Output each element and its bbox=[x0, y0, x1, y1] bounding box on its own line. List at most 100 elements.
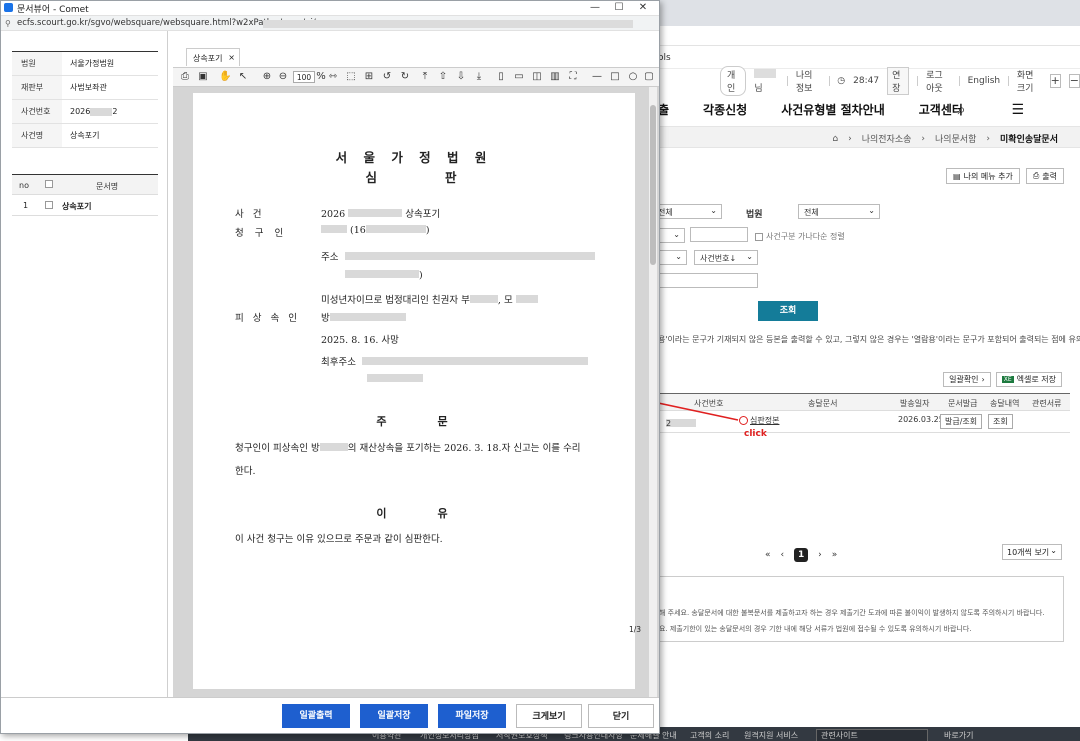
close-button[interactable]: 닫기 bbox=[588, 704, 654, 728]
last-address-label: 최후주소 bbox=[321, 357, 356, 368]
last-address-line: 최후주소 bbox=[321, 354, 589, 368]
case-number-prefix: 2026 bbox=[70, 107, 91, 116]
viewer-scrollbar[interactable] bbox=[649, 87, 657, 697]
column-header-name: 문서명 bbox=[96, 182, 119, 191]
rotate-left-icon[interactable]: ↺ bbox=[381, 71, 393, 83]
fullscreen-icon[interactable]: ⛶ bbox=[567, 71, 579, 83]
popup-address-bar[interactable]: ⚲ ecfs.scourt.go.kr/sgvo/websquare/websq… bbox=[1, 15, 659, 31]
case-info-table: 법원 서울가정법원 재판부 사법보좌관 사건번호 2026 2 사건명 상속포기 bbox=[12, 51, 158, 148]
doc-case-name: 상속포기 bbox=[405, 209, 441, 220]
redacted-text bbox=[348, 209, 403, 217]
redacted-text bbox=[515, 295, 538, 303]
case-info-value: 상속포기 bbox=[70, 131, 100, 140]
select-all-checkbox[interactable] bbox=[45, 180, 53, 188]
comment-tool-icon[interactable]: ▢ bbox=[643, 71, 655, 83]
close-tab-icon[interactable]: × bbox=[228, 53, 235, 62]
order-text-a: 청구인이 피상속인 방 bbox=[235, 443, 320, 454]
redacted-text bbox=[469, 295, 498, 303]
redacted-text bbox=[321, 225, 347, 233]
window-titlebar: 문서뷰어 - Comet — ☐ ✕ bbox=[1, 1, 659, 15]
case-number-suffix: 2 bbox=[112, 107, 118, 116]
case-info-row: 법원 서울가정법원 bbox=[12, 52, 158, 76]
case-info-key: 재판부 bbox=[12, 76, 62, 99]
zoom-in-icon[interactable]: ⊕ bbox=[261, 71, 273, 83]
next-page-icon[interactable]: ⇩ bbox=[455, 71, 467, 83]
address-close: ) bbox=[419, 270, 423, 281]
redacted-text bbox=[365, 225, 426, 233]
list-item[interactable]: 1 상속포기 bbox=[12, 195, 158, 216]
case-info-key: 법원 bbox=[12, 52, 62, 75]
continuous-icon[interactable]: ▭ bbox=[513, 71, 525, 83]
zoom-view-button[interactable]: 크게보기 bbox=[516, 704, 582, 728]
redacted-url bbox=[263, 20, 633, 28]
case-line: 2026 상속포기 bbox=[321, 206, 440, 220]
prev-page-icon[interactable]: ⇧ bbox=[437, 71, 449, 83]
two-page-continuous-icon[interactable]: ▥ bbox=[549, 71, 561, 83]
zoom-input[interactable]: 100 bbox=[293, 71, 315, 83]
order-line: 청구인이 피상속인 방 의 재산상속을 포기하는 2026. 3. 18.자 신고… bbox=[235, 440, 581, 454]
actual-size-icon[interactable]: ⊞ bbox=[363, 71, 375, 83]
doc-case-prefix: 2026 bbox=[321, 209, 346, 220]
first-page-icon[interactable]: ⤒ bbox=[419, 71, 431, 83]
death-date: 2025. 8. 16. 사망 bbox=[321, 335, 399, 346]
minimize-button[interactable]: — bbox=[583, 1, 607, 15]
last-page-icon[interactable]: ⤓ bbox=[473, 71, 485, 83]
guardian-text: 미성년자이므로 법정대리인 친권자 부 bbox=[321, 295, 470, 306]
pdf-viewer: 상속포기 × ⎙ ▣ ✋ ↖ ⊕ ⊖ 100 % ⇿ ⬚ ⊞ ↺ ↻ ⤒ ⇧ ⇩… bbox=[173, 47, 659, 697]
case-label: 사건 bbox=[235, 209, 271, 220]
app-icon bbox=[4, 3, 13, 12]
claimant-id-open: (16 bbox=[350, 225, 366, 236]
document-number: 1 bbox=[23, 201, 29, 210]
document-checkbox[interactable] bbox=[45, 201, 53, 209]
document-canvas[interactable]: 서 울 가 정 법 원 심 판 사건 2026 상속포기 청 구 인 (16) … bbox=[173, 87, 659, 697]
case-info-value: 서울가정법원 bbox=[70, 59, 115, 68]
case-info-row: 사건번호 2026 2 bbox=[12, 100, 158, 124]
rotate-right-icon[interactable]: ↻ bbox=[399, 71, 411, 83]
address-label: 주소 bbox=[321, 252, 339, 263]
order-heading: 주 문 bbox=[376, 415, 452, 428]
last-address-line-2 bbox=[367, 374, 423, 385]
document-name[interactable]: 상속포기 bbox=[62, 201, 91, 212]
single-page-icon[interactable]: ▯ bbox=[495, 71, 507, 83]
viewer-tab[interactable]: 상속포기 × bbox=[186, 48, 240, 66]
document-list: no 문서명 1 상속포기 bbox=[12, 174, 158, 216]
address-line-2: ) bbox=[345, 270, 423, 281]
fit-page-icon[interactable]: ⬚ bbox=[345, 71, 357, 83]
guardian-line: 미성년자이므로 법정대리인 친권자 부 , 모 bbox=[321, 292, 538, 306]
case-info-key: 사건번호 bbox=[12, 100, 62, 123]
guardian-mother: , 모 bbox=[497, 295, 513, 306]
site-info-icon[interactable]: ⚲ bbox=[5, 19, 11, 28]
reason-text: 이 사건 청구는 이유 있으므로 주문과 같이 심판한다. bbox=[235, 534, 443, 545]
rectangle-tool-icon[interactable]: □ bbox=[609, 71, 621, 83]
viewer-tab-label: 상속포기 bbox=[193, 54, 223, 63]
redacted-text bbox=[344, 252, 595, 260]
save-all-button[interactable]: 일괄저장 bbox=[360, 704, 428, 728]
column-header-no: no bbox=[19, 181, 29, 190]
print-all-button[interactable]: 일괄출력 bbox=[282, 704, 350, 728]
save-file-button[interactable]: 파일저장 bbox=[438, 704, 506, 728]
redacted-text bbox=[362, 357, 589, 365]
redacted-text bbox=[319, 443, 348, 451]
circle-tool-icon[interactable]: ○ bbox=[627, 71, 639, 83]
redacted-text bbox=[329, 313, 406, 321]
case-info-value: 사법보좌관 bbox=[70, 83, 107, 92]
claimant-line: (16) bbox=[321, 225, 430, 236]
save-icon[interactable]: ▣ bbox=[197, 71, 209, 83]
scroll-thumb[interactable] bbox=[650, 105, 656, 265]
redacted-text bbox=[345, 270, 419, 278]
document-page: 서 울 가 정 법 원 심 판 사건 2026 상속포기 청 구 인 (16) … bbox=[193, 93, 641, 689]
fit-width-icon[interactable]: ⇿ bbox=[327, 71, 339, 83]
line-tool-icon[interactable]: — bbox=[591, 71, 603, 83]
address-line: 주소 bbox=[321, 249, 595, 263]
two-page-icon[interactable]: ◫ bbox=[531, 71, 543, 83]
maximize-button[interactable]: ☐ bbox=[607, 1, 631, 15]
deceased-label: 피 상 속 인 bbox=[235, 313, 301, 324]
zoom-out-icon[interactable]: ⊖ bbox=[277, 71, 289, 83]
order-line-2: 한다. bbox=[235, 466, 256, 477]
close-window-button[interactable]: ✕ bbox=[631, 1, 655, 15]
document-viewer-window: 문서뷰어 - Comet — ☐ ✕ ⚲ ecfs.scourt.go.kr/s… bbox=[0, 0, 660, 734]
hand-tool-icon[interactable]: ✋ bbox=[219, 71, 231, 83]
print-icon[interactable]: ⎙ bbox=[179, 71, 191, 83]
case-info-row: 사건명 상속포기 bbox=[12, 124, 158, 148]
select-tool-icon[interactable]: ↖ bbox=[237, 71, 249, 83]
